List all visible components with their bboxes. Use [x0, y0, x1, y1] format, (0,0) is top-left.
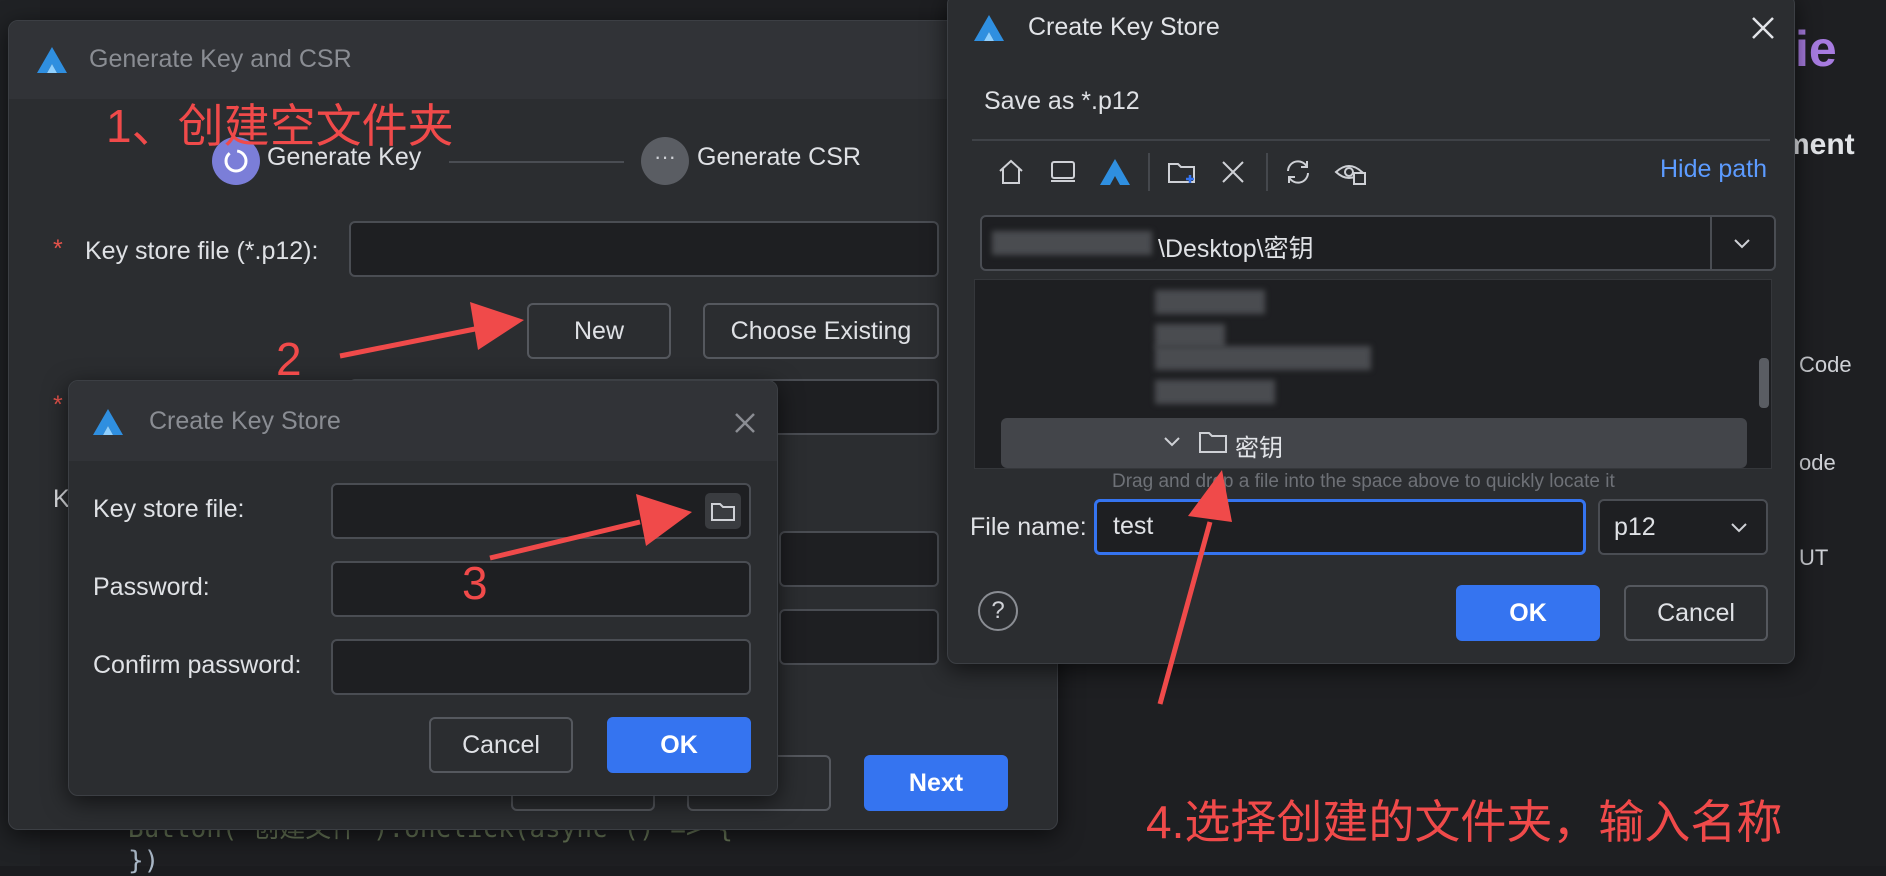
annotation-arrows [339, 302, 1232, 705]
arrow-to-tree-folder [1157, 470, 1232, 705]
arrow-to-folder-button [489, 494, 692, 561]
arrow-to-new-button [339, 302, 524, 359]
